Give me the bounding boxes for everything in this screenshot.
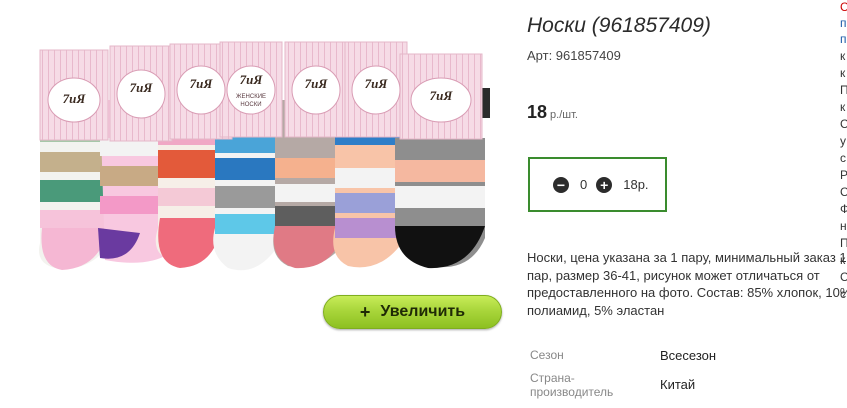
sidebar-letter[interactable]: п [840, 16, 847, 30]
spec-label: Сезон [530, 348, 564, 362]
sidebar-letter: с [840, 287, 846, 301]
product-sku: Арт: 961857409 [527, 48, 621, 63]
plus-icon[interactable]: + [596, 176, 613, 193]
sidebar-letter[interactable]: С [840, 0, 847, 14]
sidebar-letter: к [840, 49, 846, 63]
sidebar-letter: Ф [840, 202, 847, 216]
sidebar-letter: П [840, 236, 847, 250]
spec-label-line1: Страна- [530, 371, 575, 385]
product-description: Носки, цена указана за 1 пару, минимальн… [527, 250, 847, 318]
plus-icon: + [359, 302, 371, 322]
sidebar-letter: С [840, 185, 847, 199]
spec-label-line2: производитель [530, 385, 614, 399]
spec-value: Китай [660, 377, 696, 392]
sidebar-letter: С [840, 270, 847, 284]
price-amount: 18 [527, 102, 548, 122]
sidebar-letter: к [840, 253, 846, 267]
spec-value: Всесезон [660, 348, 717, 363]
sidebar-letter: П [840, 83, 847, 97]
sidebar-clipped: С п п к к П к С у с Р С Ф н П к С с [840, 0, 847, 408]
product-title: Носки (961857409) [527, 14, 711, 37]
zoom-button[interactable]: + Увеличить [323, 295, 502, 329]
product-price: 18 р./шт. [527, 102, 578, 123]
svg-text:7иЯ: 7иЯ [190, 76, 214, 91]
zoom-label: Увеличить [380, 303, 466, 320]
svg-text:7иЯ: 7иЯ [305, 76, 329, 91]
svg-text:7иЯ: 7иЯ [430, 88, 454, 103]
sidebar-letter: с [840, 151, 846, 165]
sidebar-letter: к [840, 100, 846, 114]
quantity-stepper: − 0 + 18р. [528, 157, 667, 212]
quantity-value[interactable]: 0 [580, 177, 587, 192]
svg-text:ЖЕНСКИЕ: ЖЕНСКИЕ [236, 94, 266, 100]
sidebar-letter: С [840, 117, 847, 131]
svg-text:7иЯ: 7иЯ [130, 80, 154, 95]
quantity-sum: 18р. [623, 177, 649, 192]
sidebar-letter: н [840, 219, 847, 233]
svg-text:7иЯ: 7иЯ [240, 72, 264, 87]
minus-icon[interactable]: − [553, 176, 569, 193]
price-unit: р./шт. [550, 109, 578, 121]
socks-photo: 7иЯ 7иЯ 7иЯ 7иЯ 7иЯ 7иЯ 7иЯ ЖЕНСКИЕ НОСК… [39, 41, 490, 271]
sidebar-letter: у [840, 134, 846, 148]
sidebar-letter: к [840, 66, 846, 80]
svg-text:7иЯ: 7иЯ [365, 76, 389, 91]
svg-text:НОСКИ: НОСКИ [240, 102, 261, 108]
sidebar-letter[interactable]: п [840, 32, 847, 46]
product-image[interactable]: 7иЯ 7иЯ 7иЯ 7иЯ 7иЯ 7иЯ 7иЯ ЖЕНСКИЕ НОСК… [30, 28, 500, 290]
svg-text:7иЯ: 7иЯ [63, 91, 87, 106]
sidebar-letter: Р [840, 168, 847, 182]
